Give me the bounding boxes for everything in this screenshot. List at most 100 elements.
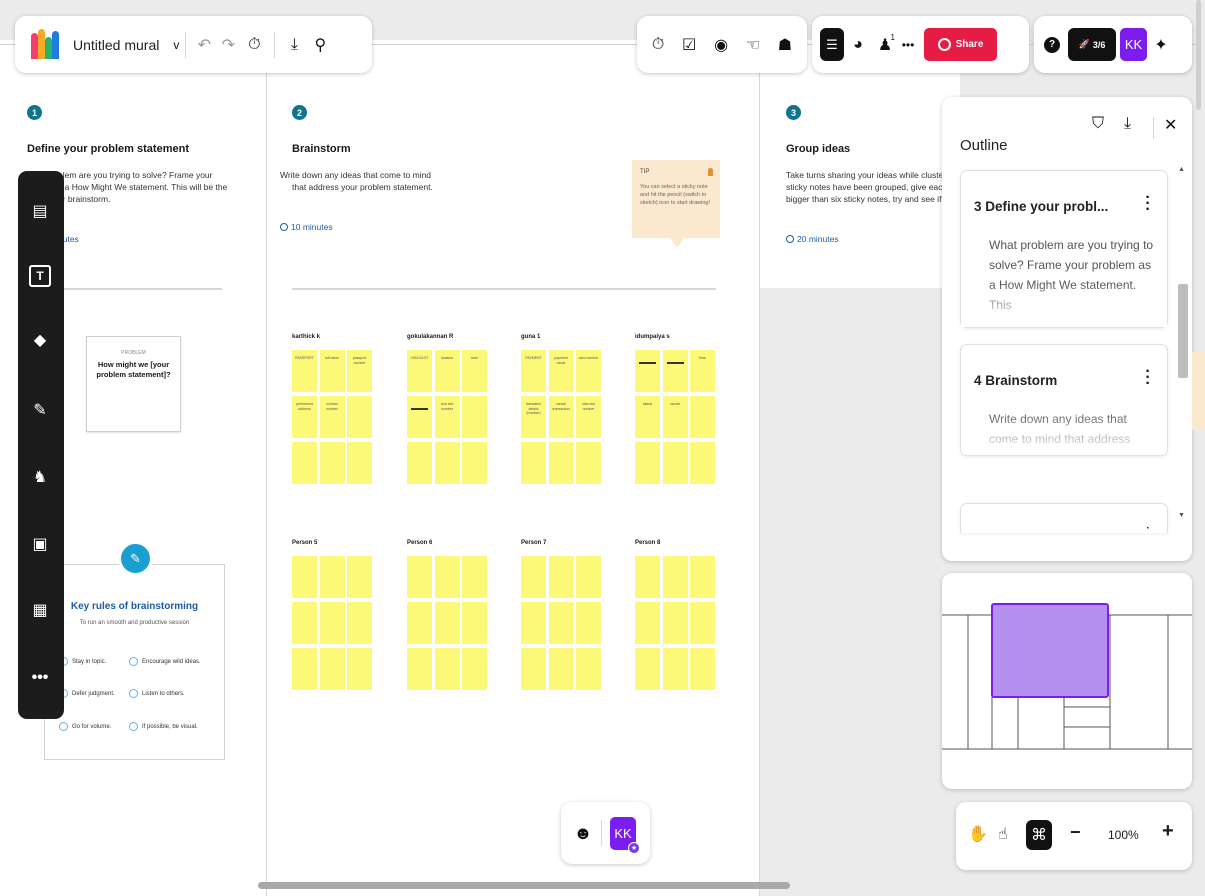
sticky-note[interactable] [292,648,317,690]
onboarding-progress[interactable]: 🚀 3/6 [1068,28,1116,61]
sticky-note[interactable] [462,396,487,438]
sticky-note[interactable]: location [434,350,460,392]
redo-icon[interactable]: ↷ [216,35,240,55]
chevron-down-icon[interactable]: v [173,38,179,52]
text-icon[interactable]: T [29,265,51,287]
canvas-horizontal-scrollbar[interactable] [258,882,790,889]
trackpad-icon[interactable]: ⌘ [1026,820,1052,850]
private-mode-icon[interactable]: ◉ [714,35,728,55]
minimap-viewport[interactable] [991,603,1109,698]
sticky-note[interactable]: card number [576,350,601,392]
sticky-note[interactable]: contact number [319,396,345,438]
sticky-note[interactable] [292,556,317,598]
sticky-note[interactable] [548,442,574,484]
sticky-note[interactable] [319,648,345,690]
sticky-note[interactable] [319,442,345,484]
sticky-note[interactable]: cancel [662,396,688,438]
problem-statement-card[interactable]: PROBLEM How might we [your problem state… [86,336,181,432]
mural-title[interactable]: Untitled mural [73,37,159,53]
sticky-note[interactable] [407,556,432,598]
voting-icon[interactable]: ☑ [682,35,696,55]
avatar[interactable]: KK [1120,28,1147,61]
sticky-note[interactable] [662,442,688,484]
smiley-icon[interactable]: ☻ [573,823,593,843]
search-icon[interactable]: ⚲ [307,35,333,55]
outline-icon[interactable]: ☰ [820,28,844,61]
tip-note[interactable]: TIP You can select a sticky note and hit… [632,160,720,248]
download-icon[interactable]: ⤓ [1124,115,1131,133]
sticky-note[interactable]: VISA SLOT [407,350,432,392]
download-icon[interactable]: ⤓ [281,36,307,54]
rules-card[interactable]: Key rules of brainstorming To run an smo… [44,564,225,760]
sticky-note[interactable] [462,556,487,598]
sticky-note[interactable] [662,648,688,690]
sticky-note[interactable] [635,648,660,690]
sticky-note[interactable] [347,556,372,598]
outline-scroll-thumb[interactable] [1178,284,1188,378]
sticky-note[interactable] [407,602,432,644]
zoom-out-button[interactable]: − [1070,822,1081,843]
outline-item[interactable]: 4 Brainstorm ··· Write down any ideas th… [960,344,1168,456]
outline-item-partial[interactable]: · [960,503,1168,534]
sticky-note[interactable] [690,442,715,484]
sticky-note-icon[interactable]: ▤ [29,200,51,222]
sticky-note[interactable]: PAYMENT [521,350,546,392]
sticky-note[interactable] [548,602,574,644]
select-icon[interactable]: ☝ [998,824,1008,844]
sticky-note[interactable] [690,396,715,438]
sticky-note[interactable] [521,442,546,484]
more-icon[interactable]: ••• [898,38,918,52]
outline-item[interactable]: 3 Define your probl... · · · What problem … [960,170,1168,328]
sticky-note[interactable] [521,602,546,644]
hand-icon[interactable]: ✋ [968,824,988,844]
share-button[interactable]: Share [924,28,997,61]
sticky-note[interactable] [576,556,601,598]
sticky-note[interactable] [462,602,487,644]
summon-icon[interactable]: ☜ [746,35,760,55]
sticky-note[interactable] [690,648,715,690]
sticky-note[interactable]: cancel transaction [548,396,574,438]
minimap[interactable] [942,573,1192,789]
sticky-note[interactable] [662,602,688,644]
sticky-note[interactable]: PASSPORT [292,350,317,392]
sticky-note[interactable]: passport number [347,350,372,392]
sticky-note[interactable] [576,602,601,644]
sticky-note[interactable] [434,648,460,690]
sticky-note[interactable] [434,602,460,644]
sticky-note[interactable] [292,602,317,644]
sticky-note[interactable] [292,442,317,484]
sticky-note[interactable] [347,396,372,438]
outline-scrollbar[interactable]: ▲ ▼ [1176,158,1190,530]
help-icon[interactable]: ? [1044,36,1060,53]
scroll-down-icon[interactable]: ▼ [1178,512,1185,519]
timer-icon[interactable]: ⏱ [652,36,664,54]
lock-icon[interactable]: ☗ [778,35,792,55]
sticky-note[interactable]: transation details (number) [521,396,546,438]
sticky-note[interactable]: full name [319,350,345,392]
canvas-area-group[interactable] [760,40,960,288]
sticky-note[interactable]: visa slot number [576,396,601,438]
sticky-note[interactable]: status [635,396,660,438]
sticky-note[interactable] [407,442,432,484]
people-icon[interactable]: ♟ 1 [872,33,898,55]
sticky-note[interactable]: payment mode [548,350,574,392]
sticky-note[interactable]: time [690,350,715,392]
image-icon[interactable]: ▣ [29,533,51,555]
sticky-note[interactable] [347,442,372,484]
close-icon[interactable]: ✕ [1164,115,1177,135]
sticky-note[interactable] [576,442,601,484]
sticky-note[interactable] [521,556,546,598]
kebab-menu-icon[interactable]: · · · [1145,364,1151,392]
zoom-level[interactable]: 100% [1108,828,1139,842]
more-icon[interactable]: ••• [29,667,51,689]
sticky-note[interactable] [347,602,372,644]
sticky-note[interactable] [635,602,660,644]
sticky-note[interactable] [635,556,660,598]
sticky-note[interactable] [319,602,345,644]
sticky-note[interactable]: visa slot number [434,396,460,438]
sticky-note[interactable] [462,648,487,690]
sticky-note[interactable] [462,442,487,484]
sticky-note[interactable] [690,602,715,644]
sticky-note[interactable] [319,556,345,598]
sticky-note[interactable] [662,556,688,598]
